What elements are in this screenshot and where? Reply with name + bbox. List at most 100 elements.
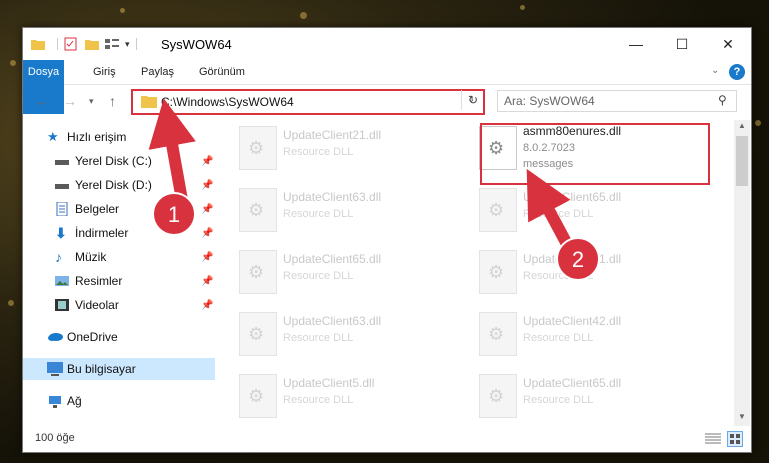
view-options-icon[interactable] xyxy=(105,38,119,50)
maximize-button[interactable]: ☐ xyxy=(659,28,705,60)
file-tile[interactable]: UpdateClient65.dll Resource DLL xyxy=(473,368,708,420)
sidebar-item-music[interactable]: ♪ Müzik 📌 xyxy=(23,246,213,268)
dll-file-icon xyxy=(479,188,517,232)
file-name: UpdateClient63.dll xyxy=(283,190,382,204)
computer-icon xyxy=(47,362,63,376)
sidebar-item-onedrive[interactable]: OneDrive xyxy=(23,326,213,348)
search-icon[interactable]: ⚲ xyxy=(718,93,727,107)
scrollbar-thumb[interactable] xyxy=(736,136,748,186)
background-speck xyxy=(520,5,525,10)
file-tile[interactable]: UpdateClient65.dll Resource DLL xyxy=(233,244,468,298)
sidebar-item-label: Belgeler xyxy=(75,202,120,216)
background-speck xyxy=(300,12,307,19)
dll-file-icon xyxy=(239,250,277,294)
background-speck xyxy=(8,300,14,306)
file-description: Resource DLL xyxy=(283,208,354,220)
sidebar-item-label: İndirmeler xyxy=(75,226,129,240)
tab-share[interactable]: Paylaş xyxy=(131,60,184,84)
sidebar-item-label: Resimler xyxy=(75,274,123,288)
sidebar-item-this-pc[interactable]: Bu bilgisayar xyxy=(23,358,215,380)
recent-locations-icon[interactable]: ▾ xyxy=(89,96,94,107)
pin-icon[interactable]: 📌 xyxy=(201,300,213,311)
status-bar: 100 öğe xyxy=(23,428,751,450)
scroll-up-icon[interactable]: ▲ xyxy=(738,121,746,130)
sidebar-item-label: Videolar xyxy=(75,298,119,312)
navigation-pane: ★ Hızlı erişim Yerel Disk (C:) 📌 Yerel D… xyxy=(23,124,215,424)
cloud-icon xyxy=(47,330,63,344)
scroll-down-icon[interactable]: ▼ xyxy=(738,412,746,421)
file-name: UpdateClient65.dll xyxy=(523,376,622,390)
dll-file-icon xyxy=(239,312,277,356)
file-name: UpdateClient21.dll xyxy=(523,252,622,266)
file-tile[interactable]: UpdateClient21.dll Resource DLL xyxy=(473,244,708,298)
file-description: Resource DLL xyxy=(523,332,594,344)
background-speck xyxy=(10,60,16,66)
file-description: Resource DLL xyxy=(283,270,354,282)
sidebar-item-videos[interactable]: Videolar 📌 xyxy=(23,294,213,316)
properties-icon[interactable] xyxy=(64,37,77,51)
back-arrow-icon[interactable]: ← xyxy=(35,93,49,109)
file-description: Resource DLL xyxy=(283,394,354,406)
sidebar-item-local-disk-c[interactable]: Yerel Disk (C:) 📌 xyxy=(23,150,213,172)
tab-home[interactable]: Giriş xyxy=(83,60,126,84)
sidebar-item-label: OneDrive xyxy=(67,330,118,344)
videos-icon xyxy=(55,298,69,312)
vertical-scrollbar[interactable]: ▲ ▼ xyxy=(734,120,750,426)
sidebar-item-documents[interactable]: Belgeler 📌 xyxy=(23,198,213,220)
dll-file-icon xyxy=(479,312,517,356)
close-button[interactable]: ✕ xyxy=(705,28,751,60)
sidebar-item-label: Bu bilgisayar xyxy=(67,362,136,376)
dll-file-icon xyxy=(479,250,517,294)
sidebar-item-quick-access[interactable]: ★ Hızlı erişim xyxy=(23,126,213,148)
search-input[interactable]: Ara: SysWOW64 ⚲ xyxy=(497,90,737,112)
folder-icon[interactable] xyxy=(31,38,45,50)
background-speck xyxy=(120,8,125,13)
dll-file-icon xyxy=(239,188,277,232)
pin-icon[interactable]: 📌 xyxy=(201,204,213,215)
file-tile[interactable]: UpdateClient5.dll Resource DLL xyxy=(233,368,468,420)
file-name: UpdateClient65.dll xyxy=(523,190,622,204)
minimize-button[interactable]: — xyxy=(613,28,659,60)
tab-view[interactable]: Görünüm xyxy=(189,60,255,84)
refresh-button[interactable]: ↻ xyxy=(461,90,484,110)
help-icon[interactable]: ? xyxy=(729,64,745,80)
file-description: Resource DLL xyxy=(523,394,594,406)
star-icon: ★ xyxy=(47,129,59,144)
pin-icon[interactable]: 📌 xyxy=(201,156,213,167)
tiles-view-icon[interactable] xyxy=(727,431,743,447)
pin-icon[interactable]: 📌 xyxy=(201,252,213,263)
quick-access-toolbar: ▾ xyxy=(31,36,143,52)
sidebar-item-label: Hızlı erişim xyxy=(67,130,127,144)
address-bar[interactable]: C:\Windows\SysWOW64 ⌄ xyxy=(131,89,485,115)
address-path: C:\Windows\SysWOW64 xyxy=(161,95,294,109)
up-arrow-icon[interactable]: ↑ xyxy=(109,93,116,109)
details-view-icon[interactable] xyxy=(705,433,721,445)
pin-icon[interactable]: 📌 xyxy=(201,180,213,191)
sidebar-item-label: Müzik xyxy=(75,250,107,264)
file-name: UpdateClient5.dll xyxy=(283,376,375,390)
file-tile[interactable]: UpdateClient63.dll Resource DLL xyxy=(233,306,468,360)
new-folder-icon[interactable] xyxy=(85,38,99,50)
sidebar-item-pictures[interactable]: Resimler 📌 xyxy=(23,270,213,292)
pin-icon[interactable]: 📌 xyxy=(201,276,213,287)
sidebar-item-local-disk-d[interactable]: Yerel Disk (D:) 📌 xyxy=(23,174,213,196)
customize-dropdown-icon[interactable]: ▾ xyxy=(125,39,130,50)
drive-icon xyxy=(55,154,69,168)
file-tile[interactable]: UpdateClient21.dll Resource DLL xyxy=(233,120,468,174)
dll-file-icon xyxy=(239,374,277,418)
folder-icon xyxy=(141,96,157,108)
file-tile[interactable]: UpdateClient63.dll Resource DLL xyxy=(233,182,468,236)
sidebar-item-network[interactable]: Ağ xyxy=(23,390,213,412)
sidebar-item-downloads[interactable]: ⬇ İndirmeler 📌 xyxy=(23,222,213,244)
highlight-box-file xyxy=(480,123,710,185)
dll-file-icon xyxy=(479,374,517,418)
file-tile[interactable]: UpdateClient65.dll Resource DLL xyxy=(473,182,708,236)
ribbon-expand-icon[interactable]: ⌄ xyxy=(711,65,719,76)
address-row: ← → ▾ ↑ C:\Windows\SysWOW64 ⌄ ↻ Ara: Sys… xyxy=(23,85,751,117)
window-title: SysWOW64 xyxy=(161,37,232,52)
forward-arrow-icon[interactable]: → xyxy=(63,93,77,109)
download-icon: ⬇ xyxy=(55,225,67,241)
file-tile[interactable]: UpdateClient42.dll Resource DLL xyxy=(473,306,708,360)
background-speck xyxy=(755,120,761,126)
pin-icon[interactable]: 📌 xyxy=(201,228,213,239)
